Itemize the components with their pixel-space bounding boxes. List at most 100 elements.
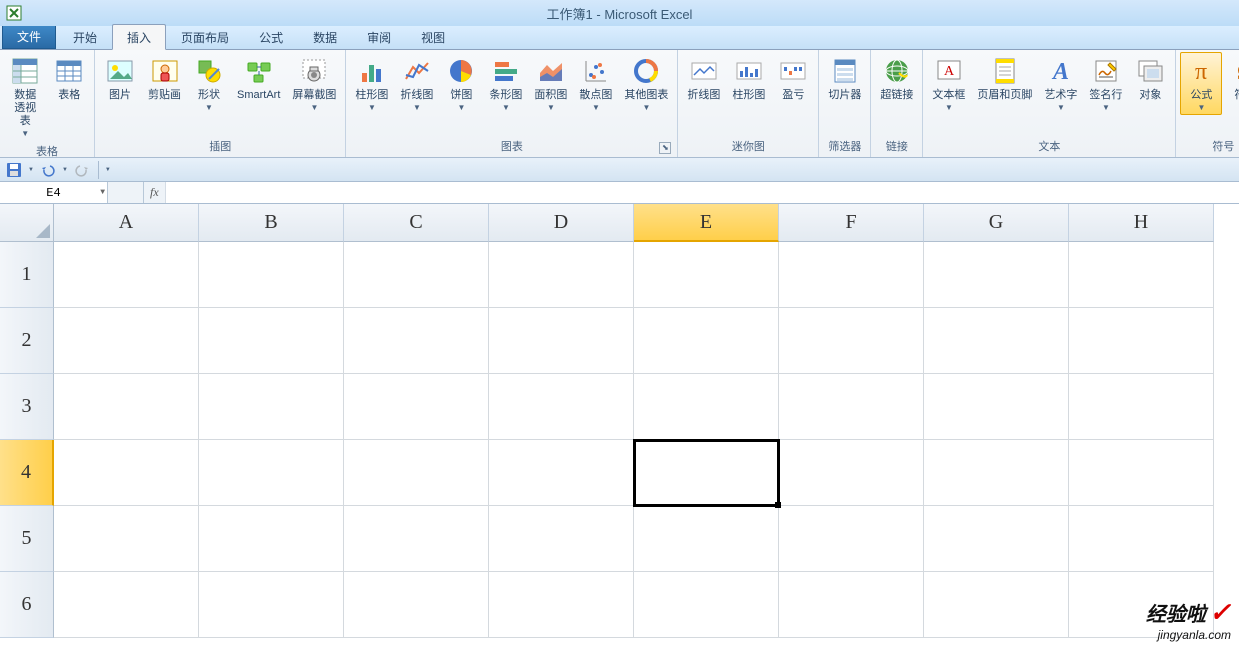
cell[interactable] xyxy=(54,242,199,308)
tab-insert[interactable]: 插入 xyxy=(112,24,166,50)
cell[interactable] xyxy=(634,506,779,572)
header-footer-button[interactable]: 页眉和页脚 xyxy=(972,52,1037,105)
cell[interactable] xyxy=(489,440,634,506)
cell[interactable] xyxy=(54,374,199,440)
area-chart-button[interactable]: 面积图▼ xyxy=(529,52,572,115)
cell[interactable] xyxy=(634,440,779,506)
cell[interactable] xyxy=(924,572,1069,638)
customize-qa-icon[interactable]: ▼ xyxy=(105,167,111,173)
tab-layout[interactable]: 页面布局 xyxy=(166,24,244,49)
redo-button[interactable] xyxy=(72,160,92,180)
formula-input[interactable] xyxy=(166,182,1239,203)
cell[interactable] xyxy=(344,374,489,440)
cell[interactable] xyxy=(779,308,924,374)
cell[interactable] xyxy=(489,374,634,440)
cell[interactable] xyxy=(344,440,489,506)
cell[interactable] xyxy=(489,242,634,308)
cell[interactable] xyxy=(1069,242,1214,308)
cell[interactable] xyxy=(54,440,199,506)
cell[interactable] xyxy=(924,374,1069,440)
row-header[interactable]: 6 xyxy=(0,572,54,638)
other-charts-button[interactable]: 其他图表▼ xyxy=(619,52,673,115)
cell[interactable] xyxy=(1069,440,1214,506)
cell[interactable] xyxy=(634,242,779,308)
clipart-button[interactable]: 剪贴画 xyxy=(143,52,186,105)
name-box[interactable]: E4▼ xyxy=(0,182,108,203)
column-header[interactable]: D xyxy=(489,204,634,242)
column-header[interactable]: C xyxy=(344,204,489,242)
hyperlink-button[interactable]: 超链接 xyxy=(875,52,918,105)
cell[interactable] xyxy=(54,308,199,374)
cell[interactable] xyxy=(199,242,344,308)
select-all-corner[interactable] xyxy=(0,204,54,242)
shapes-button[interactable]: 形状▼ xyxy=(188,52,230,115)
row-header[interactable]: 4 xyxy=(0,440,54,506)
cell[interactable] xyxy=(54,572,199,638)
row-header[interactable]: 5 xyxy=(0,506,54,572)
cell[interactable] xyxy=(344,506,489,572)
cell[interactable] xyxy=(634,374,779,440)
tab-view[interactable]: 视图 xyxy=(406,24,460,49)
cell[interactable] xyxy=(924,308,1069,374)
cell[interactable] xyxy=(199,374,344,440)
cell[interactable] xyxy=(1069,308,1214,374)
dialog-launcher-icon[interactable]: ⬊ xyxy=(659,142,671,154)
save-button[interactable] xyxy=(4,160,24,180)
wordart-button[interactable]: A艺术字▼ xyxy=(1039,52,1082,115)
chevron-down-icon[interactable]: ▼ xyxy=(62,167,68,173)
row-header[interactable]: 3 xyxy=(0,374,54,440)
table-button[interactable]: 表格 xyxy=(49,52,91,105)
scatter-chart-button[interactable]: 散点图▼ xyxy=(574,52,617,115)
bar-chart-button[interactable]: 条形图▼ xyxy=(484,52,527,115)
line-chart-button[interactable]: 折线图▼ xyxy=(395,52,438,115)
cell[interactable] xyxy=(924,440,1069,506)
chevron-down-icon[interactable]: ▼ xyxy=(28,167,34,173)
signature-line-button[interactable]: 签名行▼ xyxy=(1084,52,1127,115)
cell[interactable] xyxy=(199,506,344,572)
cell[interactable] xyxy=(924,242,1069,308)
tab-home[interactable]: 开始 xyxy=(58,24,112,49)
symbol-button[interactable]: Ω符号 xyxy=(1224,52,1239,105)
smartart-button[interactable]: SmartArt xyxy=(232,52,285,105)
textbox-button[interactable]: A文本框▼ xyxy=(927,52,970,115)
cell[interactable] xyxy=(199,308,344,374)
screenshot-button[interactable]: 屏幕截图▼ xyxy=(287,52,341,115)
tab-data[interactable]: 数据 xyxy=(298,24,352,49)
pivot-table-button[interactable]: 数据 透视表 ▼ xyxy=(4,52,47,141)
cell[interactable] xyxy=(779,242,924,308)
slicer-button[interactable]: 切片器 xyxy=(823,52,866,105)
cell-grid[interactable] xyxy=(54,242,1239,648)
column-header[interactable]: A xyxy=(54,204,199,242)
cell[interactable] xyxy=(779,572,924,638)
undo-button[interactable] xyxy=(38,160,58,180)
tab-file[interactable]: 文件 xyxy=(2,24,56,49)
cell[interactable] xyxy=(489,506,634,572)
cell[interactable] xyxy=(634,308,779,374)
pie-chart-button[interactable]: 饼图▼ xyxy=(440,52,482,115)
cell[interactable] xyxy=(489,308,634,374)
picture-button[interactable]: 图片 xyxy=(99,52,141,105)
tab-review[interactable]: 审阅 xyxy=(352,24,406,49)
cell[interactable] xyxy=(54,506,199,572)
row-header[interactable]: 1 xyxy=(0,242,54,308)
column-header[interactable]: G xyxy=(924,204,1069,242)
cell[interactable] xyxy=(634,572,779,638)
row-header[interactable]: 2 xyxy=(0,308,54,374)
cell[interactable] xyxy=(344,572,489,638)
sparkline-winloss-button[interactable]: 盈亏 xyxy=(772,52,814,105)
cell[interactable] xyxy=(199,440,344,506)
cell[interactable] xyxy=(924,506,1069,572)
equation-button[interactable]: π公式▼ xyxy=(1180,52,1222,115)
sparkline-column-button[interactable]: 柱形图 xyxy=(727,52,770,105)
cell[interactable] xyxy=(199,572,344,638)
fx-icon[interactable]: fx xyxy=(150,185,159,200)
cell[interactable] xyxy=(344,308,489,374)
tab-formulas[interactable]: 公式 xyxy=(244,24,298,49)
column-header[interactable]: E xyxy=(634,204,779,242)
cell[interactable] xyxy=(489,572,634,638)
cell[interactable] xyxy=(779,506,924,572)
cell[interactable] xyxy=(1069,374,1214,440)
column-header[interactable]: B xyxy=(199,204,344,242)
cell[interactable] xyxy=(779,374,924,440)
chevron-down-icon[interactable]: ▼ xyxy=(100,188,105,197)
